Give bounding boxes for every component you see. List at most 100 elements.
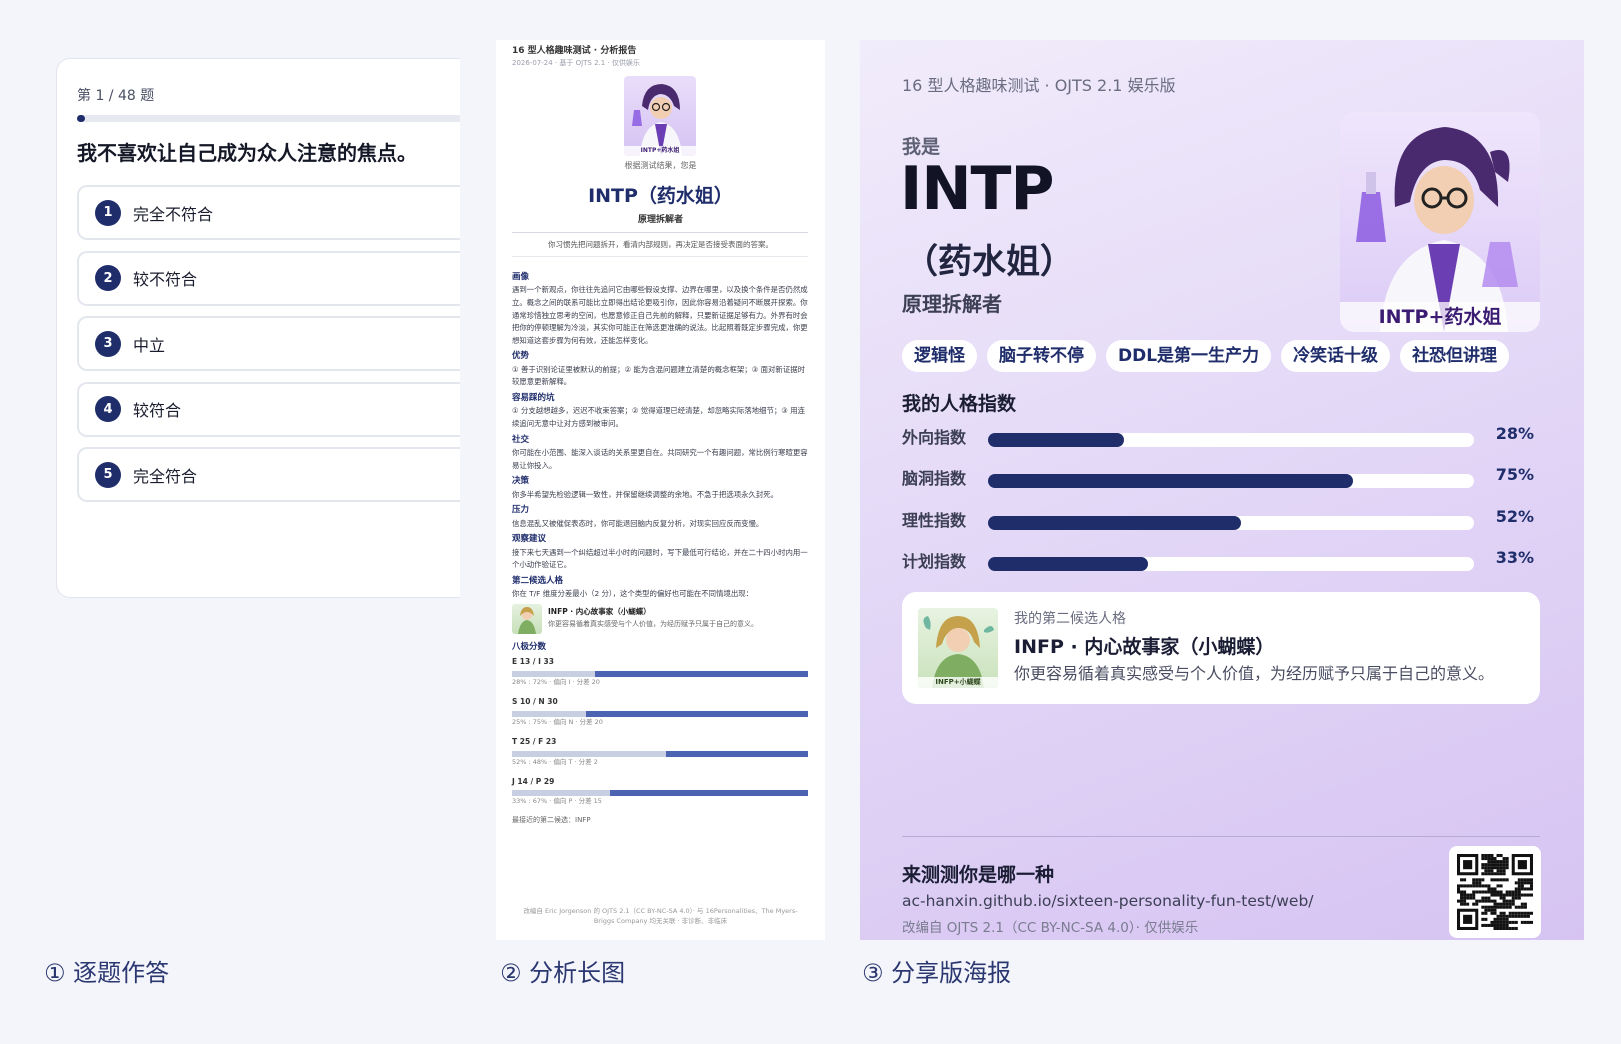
alt-desc: 你更容易循着真实感受与个人价值，为经历赋予只属于自己的意义。: [1014, 664, 1495, 683]
alt-intro: 你在 T/F 维度分差最小（2 分），这个类型的偏好也可能在不同情境出现：: [512, 589, 754, 599]
progress-fill: [77, 115, 86, 122]
option-number: 2: [95, 265, 121, 291]
index-title: 我的人格指数: [902, 393, 1017, 415]
index-track: [988, 474, 1474, 489]
avatar-illustration: INTP+药水姐: [1340, 112, 1540, 332]
index-value: 75%: [1495, 465, 1534, 485]
scientist-icon: [632, 84, 682, 156]
alt-kicker: 我的第二候选人格: [1014, 611, 1126, 627]
scientist-icon: [1356, 127, 1518, 332]
answer-option-4[interactable]: 4 较符合: [77, 381, 460, 437]
option-number: 5: [95, 461, 121, 488]
index-fill: [988, 556, 1149, 571]
answer-option-2[interactable]: 2 较不符合: [77, 250, 460, 306]
nearest-alt: 最接近的第二候选：INFP: [512, 816, 591, 825]
caption-report: ② 分析长图: [500, 959, 626, 987]
poster-license: 改编自 OJTS 2.1（CC BY-NC-SA 4.0）· 仅供娱乐: [902, 920, 1199, 936]
alt-type-title: INFP · 内心故事家（小蝴蝶）: [548, 607, 651, 617]
axis-label: J 14 / P 29: [512, 776, 555, 786]
poster-cta: 来测测你是哪一种: [902, 864, 1055, 886]
result-subtitle: 原理拆解者: [637, 215, 683, 225]
index-list: 外向指数 28% 脑洞指数 75% 理性指数 52% 计划指数 33%: [902, 424, 1542, 589]
index-row: 脑洞指数 75%: [902, 465, 1542, 506]
axis-row: J 14 / P 29 33% : 67% · 偏向 P · 分差 15: [512, 776, 808, 808]
divider: [902, 836, 1540, 837]
alt-title: INFP · 内心故事家（小蝴蝶）: [1014, 636, 1275, 658]
result-quote: 你习惯先把问题拆开，看清内部规则，再决定是否接受表面的答案。: [548, 240, 773, 249]
section-text: 信息混乱又被催促表态时，你可能退回脑内反复分析，对现实回应反而变慢。: [512, 518, 764, 528]
axis-label: S 10 / N 30: [512, 696, 558, 706]
index-value: 33%: [1495, 547, 1534, 567]
tag: DDL是第一生产力: [1106, 340, 1272, 372]
option-number: 3: [95, 330, 121, 357]
axis-bar-segment: [594, 670, 808, 677]
answer-options: 1 完全不符合 2 较不符合 3 中立 4 较符合 5 完全符合: [77, 185, 460, 513]
axis-note: 28% : 72% · 偏向 I · 分差 20: [512, 677, 600, 686]
option-label: 完全符合: [133, 466, 198, 486]
index-track: [988, 433, 1474, 447]
section-text: ① 分支越想越多，迟迟不收束答案；② 觉得道理已经清楚，却忽略实际落地细节；③ …: [512, 406, 805, 428]
option-label: 中立: [133, 335, 166, 355]
answer-option-1[interactable]: 1 完全不符合: [77, 185, 460, 240]
axis-bar-segment: [609, 790, 808, 797]
section-heading: 观察建议: [512, 534, 547, 545]
poster-subtitle: 原理拆解者: [902, 292, 1002, 316]
progress-bar: [77, 115, 460, 122]
qr-code-icon[interactable]: [1449, 846, 1541, 938]
poster-header: 16 型人格趣味测试 · OJTS 2.1 娱乐版: [902, 76, 1176, 95]
avatar-label: INTP+药水姐: [624, 146, 696, 156]
report-footer: 改编自 Eric Jorgenson 的 OJTS 2.1（CC BY-NC-S…: [523, 907, 798, 926]
index-value: 28%: [1495, 424, 1534, 443]
answer-option-3[interactable]: 3 中立: [77, 316, 460, 371]
option-label: 完全不符合: [133, 204, 214, 224]
index-row: 外向指数 28%: [902, 424, 1542, 465]
index-label: 计划指数: [902, 551, 967, 571]
section-text: 你多半希望先检验逻辑一致性，并保留继续调整的余地。不急于把选项永久封死。: [512, 489, 779, 499]
qr-code-graphic: [1457, 854, 1533, 930]
section-heading: 社交: [512, 434, 530, 445]
butterfly-girl-icon: [512, 603, 542, 634]
axis-bar: [512, 790, 808, 797]
axis-bar-segment: [586, 710, 808, 717]
caption-quiz: ① 逐题作答: [44, 959, 170, 987]
option-label: 较符合: [133, 401, 182, 420]
index-label: 外向指数: [902, 428, 967, 447]
alt-heading: 第二候选人格: [512, 575, 564, 586]
tag-list: 逻辑怪 脑子转不停 DDL是第一生产力 冷笑话十级 社恐但讲理: [902, 340, 1510, 372]
axis-note: 25% : 75% · 偏向 N · 分差 20: [512, 717, 603, 726]
section-heading: 容易踩的坑: [512, 392, 555, 403]
axis-row: T 25 / F 23 52% : 48% · 偏向 T · 分差 2: [512, 736, 808, 768]
poster-nickname: （药水姐）: [904, 242, 1074, 282]
axis-note: 33% : 67% · 偏向 P · 分差 15: [512, 797, 602, 806]
answer-option-5[interactable]: 5 完全符合: [77, 447, 460, 502]
poster-type: INTP: [900, 154, 1054, 224]
tag: 逻辑怪: [902, 340, 977, 372]
axis-bar: [512, 670, 808, 677]
poster-url[interactable]: ac-hanxin.github.io/sixteen-personality-…: [902, 892, 1314, 910]
alt-type-card: INFP+小蝴蝶 我的第二候选人格 INFP · 内心故事家（小蝴蝶） 你更容易…: [902, 592, 1540, 704]
question-text: 我不喜欢让自己成为众人注意的焦点。: [77, 141, 417, 165]
report-body: 画像 遇到一个新观点，你往往先追问它由哪些假设支撑、边界在哪里，以及换个条件是否…: [512, 268, 808, 827]
avatar-label: INTP+药水姐: [1340, 302, 1540, 332]
result-type: INTP（药水姐）: [588, 185, 733, 207]
option-number: 4: [95, 396, 121, 422]
tag: 社恐但讲理: [1400, 340, 1510, 372]
result-caption: 根据测试结果，您是: [624, 161, 697, 170]
index-fill: [988, 474, 1353, 489]
share-poster: 16 型人格趣味测试 · OJTS 2.1 娱乐版 我是 INTP （药水姐） …: [860, 40, 1584, 940]
index-fill: [988, 515, 1241, 530]
axis-row: E 13 / I 33 28% : 72% · 偏向 I · 分差 20: [512, 656, 808, 688]
index-row: 计划指数 33%: [902, 548, 1542, 589]
index-track: [988, 556, 1474, 571]
caption-poster: ③ 分享版海报: [862, 959, 1012, 987]
section-text: ① 善于识别论证里被默认的前提；② 能为含混问题建立清楚的概念框架；③ 面对新证…: [512, 364, 805, 387]
index-label: 脑洞指数: [902, 469, 967, 489]
alt-type-desc: 你更容易循着真实感受与个人价值，为经历赋予只属于自己的意义。: [548, 620, 758, 629]
index-fill: [988, 433, 1125, 447]
tag: 冷笑话十级: [1281, 340, 1391, 372]
tag: 脑子转不停: [987, 340, 1096, 372]
butterfly-girl-icon: INFP+小蝴蝶: [918, 608, 998, 688]
index-value: 52%: [1495, 506, 1534, 526]
quiz-card: 第 1 / 48 题 我不喜欢让自己成为众人注意的焦点。 1 完全不符合 2 较…: [56, 58, 460, 598]
section-text: 接下来七天遇到一个纠结超过半小时的问题时，写下最低可行结论，并在二十四小时内用一…: [512, 547, 808, 570]
